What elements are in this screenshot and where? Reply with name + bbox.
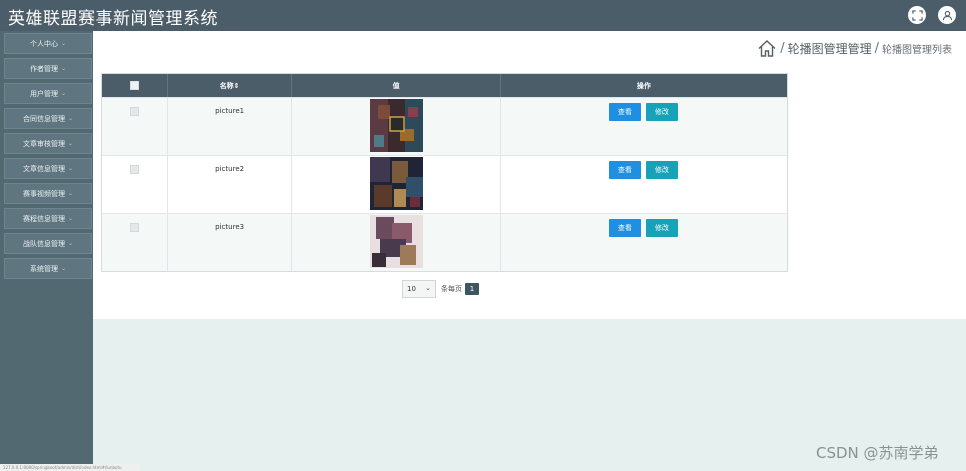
sidebar-item-label: 赛事视频管理 [22, 189, 65, 198]
sidebar: 个人中心 ⌄ 作者管理 ⌄ 用户管理 ⌄ 合同信息管理 ⌄ 文章审核管理 ⌄ 文章信息管理… [0, 31, 93, 471]
view-button[interactable]: 查看 [608, 219, 641, 237]
chevron-down-icon: ⌄ [60, 265, 67, 272]
sidebar-item-label: 个人中心 [29, 39, 58, 48]
breadcrumb-item-current: 轮播图管理列表 [882, 45, 952, 56]
row-checkbox[interactable] [130, 165, 139, 174]
column-header-value: 值 [292, 74, 501, 97]
carousel-image-thumbnail [370, 99, 424, 152]
view-button[interactable]: 查看 [608, 103, 641, 121]
top-header-bar: 英雄联盟赛事新闻管理系统 [0, 0, 966, 31]
fullscreen-icon[interactable] [908, 6, 926, 24]
sidebar-item-label: 文章信息管理 [22, 164, 65, 173]
sidebar-item-team[interactable]: 战队信息管理 ⌄ [4, 233, 92, 254]
sidebar-item-label: 系统管理 [29, 264, 58, 273]
sidebar-item-users[interactable]: 用户管理 ⌄ [4, 83, 92, 104]
breadcrumb-item-module[interactable]: 轮播图管理管理 [788, 40, 872, 57]
sidebar-item-article-review[interactable]: 文章审核管理 ⌄ [4, 133, 92, 154]
row-checkbox[interactable] [130, 107, 139, 116]
user-icon[interactable] [938, 6, 956, 24]
watermark: CSDN @苏南学弟 [816, 444, 939, 462]
pagination: 10 ⌄ 条每页 1 [402, 280, 479, 298]
chevron-down-icon: ⌄ [67, 240, 74, 247]
edit-button[interactable]: 修改 [645, 219, 678, 237]
edit-button[interactable]: 修改 [645, 103, 678, 121]
column-header-name[interactable]: 名称⇕ [168, 74, 293, 97]
sidebar-item-personal-center[interactable]: 个人中心 ⌄ [4, 33, 92, 54]
row-name: picture3 [215, 223, 245, 231]
breadcrumb: / 轮播图管理管理 / 轮播图管理列表 [757, 39, 952, 58]
page-number-current[interactable]: 1 [465, 283, 479, 295]
carousel-image-thumbnail [370, 157, 424, 210]
sidebar-item-contract[interactable]: 合同信息管理 ⌄ [4, 108, 92, 129]
row-name: picture1 [215, 107, 245, 115]
sidebar-item-system[interactable]: 系统管理 ⌄ [4, 258, 92, 279]
sidebar-item-label: 文章审核管理 [22, 139, 65, 148]
table-row: picture1 查看 修改 [102, 97, 787, 155]
page-size-value: 10 [407, 285, 416, 293]
sidebar-item-author[interactable]: 作者管理 ⌄ [4, 58, 92, 79]
chevron-down-icon: ⌄ [67, 215, 74, 222]
table-header: 名称⇕ 值 操作 [102, 74, 787, 97]
sidebar-item-schedule[interactable]: 赛程信息管理 ⌄ [4, 208, 92, 229]
sidebar-item-match-video[interactable]: 赛事视频管理 ⌄ [4, 183, 92, 204]
chevron-down-icon: ⌄ [67, 140, 74, 147]
chevron-down-icon: ⌄ [60, 90, 67, 97]
chevron-down-icon: ⌄ [67, 165, 74, 172]
view-button[interactable]: 查看 [608, 161, 641, 179]
breadcrumb-separator: / [874, 41, 879, 56]
main-content: / 轮播图管理管理 / 轮播图管理列表 名称⇕ 值 操作 picture1 查看… [93, 31, 966, 319]
carousel-image-thumbnail [370, 215, 424, 268]
table-row: picture3 查看 修改 [102, 213, 787, 271]
chevron-down-icon: ⌄ [60, 65, 67, 72]
table-row: picture2 查看 修改 [102, 155, 787, 213]
edit-button[interactable]: 修改 [645, 161, 678, 179]
chevron-down-icon: ⌄ [425, 284, 431, 292]
sidebar-item-label: 作者管理 [29, 64, 58, 73]
select-all-checkbox[interactable] [129, 81, 139, 90]
chevron-down-icon: ⌄ [60, 40, 67, 47]
sidebar-item-label: 用户管理 [29, 89, 58, 98]
header-select-all[interactable] [102, 74, 168, 97]
sidebar-item-label: 赛程信息管理 [22, 214, 65, 223]
sidebar-item-label: 战队信息管理 [22, 239, 65, 248]
chevron-down-icon: ⌄ [67, 115, 74, 122]
carousel-table: 名称⇕ 值 操作 picture1 查看 修改 picture2 查看 修改 p… [101, 73, 788, 272]
sidebar-item-article-info[interactable]: 文章信息管理 ⌄ [4, 158, 92, 179]
sidebar-item-label: 合同信息管理 [22, 114, 65, 123]
column-header-actions: 操作 [636, 81, 651, 90]
row-name: picture2 [215, 165, 245, 173]
page-size-label: 条每页 [441, 285, 462, 293]
page-size-select[interactable]: 10 ⌄ [402, 280, 436, 298]
row-checkbox[interactable] [130, 223, 139, 232]
browser-status-url: 127.0.0.1:8080/springboot/admin/dist/ind… [0, 464, 140, 471]
app-title: 英雄联盟赛事新闻管理系统 [8, 9, 218, 29]
chevron-down-icon: ⌄ [67, 190, 74, 197]
home-icon[interactable] [757, 39, 777, 58]
breadcrumb-separator: / [780, 41, 785, 56]
